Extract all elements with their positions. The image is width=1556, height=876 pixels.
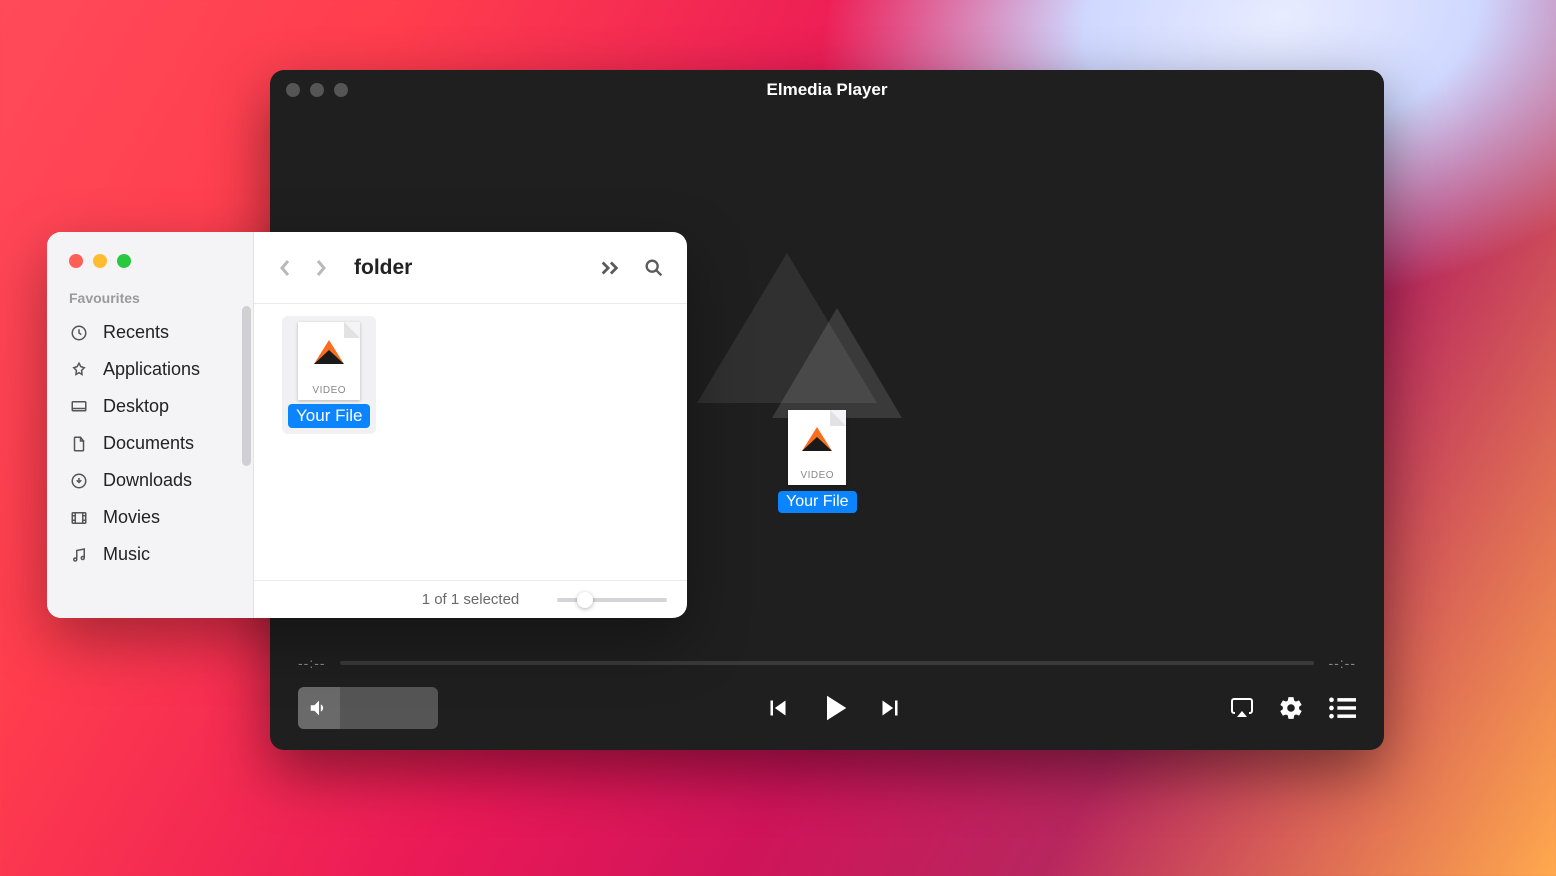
player-titlebar: Elmedia Player [270, 70, 1384, 110]
close-window-button[interactable] [69, 254, 83, 268]
download-icon [69, 471, 89, 491]
finder-traffic-lights [47, 254, 253, 290]
file-label: Your File [288, 404, 370, 428]
sidebar-scrollbar[interactable] [242, 306, 251, 466]
finder-window: Favourites Recents Applications Desktop … [47, 232, 687, 618]
file-item[interactable]: VIDEO Your File [282, 316, 376, 434]
minimize-window-button[interactable] [93, 254, 107, 268]
zoom-window-button[interactable] [117, 254, 131, 268]
finder-status-bar: 1 of 1 selected [254, 580, 687, 618]
player-controls [270, 678, 1384, 750]
previous-track-button[interactable] [763, 693, 793, 723]
icon-size-slider[interactable] [557, 598, 667, 602]
finder-sidebar: Favourites Recents Applications Desktop … [47, 232, 254, 618]
finder-file-grid[interactable]: VIDEO Your File [254, 304, 687, 580]
sidebar-item-label: Downloads [103, 470, 192, 491]
next-track-button[interactable] [875, 693, 905, 723]
music-icon [69, 545, 89, 565]
sidebar-item-applications[interactable]: Applications [47, 351, 253, 388]
sidebar-item-downloads[interactable]: Downloads [47, 462, 253, 499]
sidebar-item-label: Applications [103, 359, 200, 380]
finder-main: folder VIDEO Your File 1 of [254, 232, 687, 618]
dragged-file-preview: VIDEO Your File [778, 410, 857, 513]
airplay-button[interactable] [1230, 696, 1254, 720]
sidebar-item-label: Recents [103, 322, 169, 343]
volume-icon [298, 687, 340, 729]
sidebar-item-desktop[interactable]: Desktop [47, 388, 253, 425]
time-remaining: --:-- [1328, 655, 1356, 671]
sidebar-favourites-heading: Favourites [47, 290, 253, 314]
finder-toolbar: folder [254, 232, 687, 304]
progress-row: --:-- --:-- [270, 648, 1384, 678]
video-file-icon: VIDEO [788, 410, 846, 485]
playlist-button[interactable] [1328, 696, 1356, 720]
sidebar-item-label: Desktop [103, 396, 169, 417]
settings-button[interactable] [1278, 695, 1304, 721]
triangle-icon [772, 308, 902, 418]
desktop-icon [69, 397, 89, 417]
selection-status: 1 of 1 selected [422, 591, 520, 608]
nav-back-button[interactable] [276, 256, 294, 280]
search-button[interactable] [643, 257, 665, 279]
dragged-file-label: Your File [778, 491, 857, 513]
sidebar-item-movies[interactable]: Movies [47, 499, 253, 536]
sidebar-item-recents[interactable]: Recents [47, 314, 253, 351]
sidebar-item-documents[interactable]: Documents [47, 425, 253, 462]
movies-icon [69, 508, 89, 528]
sidebar-item-label: Documents [103, 433, 194, 454]
apps-icon [69, 360, 89, 380]
time-elapsed: --:-- [298, 655, 326, 671]
volume-control[interactable] [298, 687, 438, 729]
document-icon [69, 434, 89, 454]
sidebar-item-music[interactable]: Music [47, 536, 253, 573]
progress-slider[interactable] [340, 661, 1315, 665]
player-title: Elmedia Player [270, 80, 1384, 100]
play-button[interactable] [813, 687, 855, 729]
nav-forward-button[interactable] [312, 256, 330, 280]
folder-title: folder [354, 256, 412, 280]
sidebar-item-label: Movies [103, 507, 160, 528]
more-actions-button[interactable] [599, 259, 621, 277]
sidebar-item-label: Music [103, 544, 150, 565]
clock-icon [69, 323, 89, 343]
video-file-icon: VIDEO [298, 322, 360, 400]
